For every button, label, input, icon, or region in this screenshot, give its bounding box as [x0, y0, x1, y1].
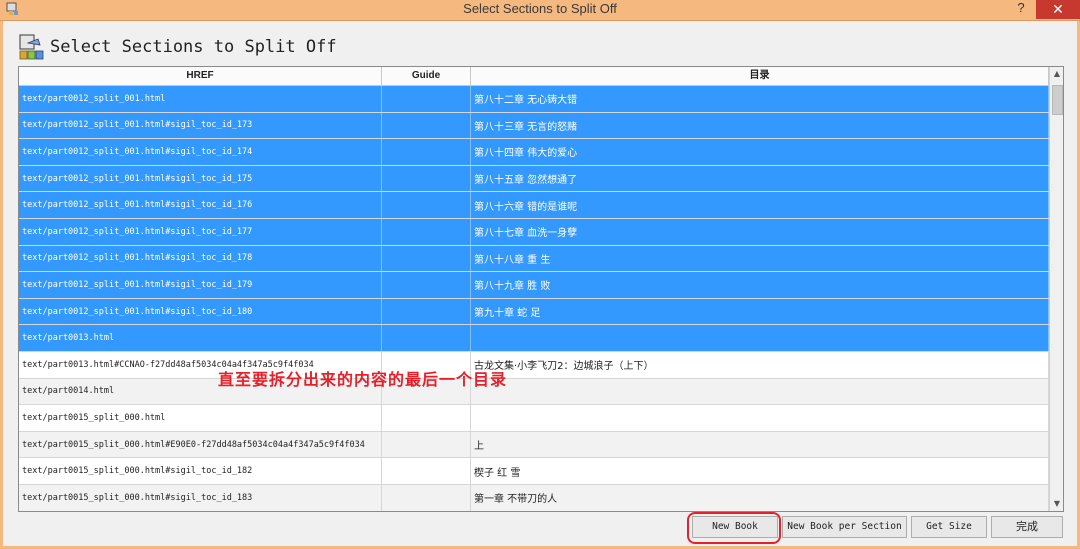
- toc-cell: 第八十七章 血洗一身孽: [471, 218, 1049, 245]
- table-row[interactable]: text/part0015_split_000.html#sigil_toc_i…: [19, 458, 1049, 485]
- close-button[interactable]: ✕: [1036, 0, 1080, 19]
- toc-cell: 第八十九章 胜 败: [471, 272, 1049, 298]
- toc-cell: 第八十四章 伟大的爱心: [471, 139, 1049, 165]
- toc-cell: 第一章 不带刀的人: [471, 484, 1049, 511]
- toc-cell: [471, 378, 1049, 405]
- table-row[interactable]: text/part0012_split_001.html#sigil_toc_i…: [19, 165, 1049, 193]
- toc-cell: 第九十章 蛇 足: [471, 298, 1049, 325]
- scroll-down-icon[interactable]: ▼: [1050, 497, 1063, 511]
- scroll-thumb[interactable]: [1052, 85, 1063, 115]
- guide-cell: [382, 245, 471, 272]
- table-row[interactable]: text/part0013.html: [19, 325, 1049, 352]
- href-cell: text/part0012_split_001.html#sigil_toc_i…: [19, 245, 382, 272]
- table-row[interactable]: text/part0013.html#CCNAO-f27dd48af5034c0…: [19, 351, 1049, 379]
- guide-cell: [382, 298, 471, 325]
- toc-cell: 古龙文集·小李飞刀2：边城浪子（上下）: [471, 351, 1049, 378]
- table-row[interactable]: text/part0015_split_000.html#sigil_toc_i…: [19, 484, 1049, 511]
- href-cell: text/part0012_split_001.html#sigil_toc_i…: [19, 192, 382, 218]
- table-row[interactable]: text/part0015_split_000.html#E90E0-f27dd…: [19, 431, 1049, 459]
- toc-cell: 第八十五章 忽然想通了: [471, 165, 1049, 192]
- toc-cell: [471, 405, 1049, 431]
- href-cell: text/part0012_split_001.html#sigil_toc_i…: [19, 139, 382, 165]
- guide-cell: [382, 405, 471, 431]
- href-cell: text/part0015_split_000.html#sigil_toc_i…: [19, 484, 382, 511]
- split-sections-icon: [19, 34, 44, 60]
- get-size-button[interactable]: Get Size: [911, 516, 987, 538]
- help-button[interactable]: ?: [1010, 0, 1032, 19]
- new-book-per-section-button[interactable]: New Book per Section: [782, 516, 907, 538]
- toc-cell: 上: [471, 431, 1049, 458]
- guide-cell: [382, 218, 471, 245]
- guide-cell: [382, 484, 471, 511]
- table-row[interactable]: text/part0012_split_001.html#sigil_toc_i…: [19, 245, 1049, 273]
- table-row[interactable]: text/part0012_split_001.html#sigil_toc_i…: [19, 192, 1049, 219]
- guide-cell: [382, 192, 471, 218]
- table-row[interactable]: text/part0012_split_001.html#sigil_toc_i…: [19, 218, 1049, 246]
- table-row[interactable]: text/part0012_split_001.html#sigil_toc_i…: [19, 112, 1049, 140]
- toc-cell: 第八十二章 无心铸大错: [471, 86, 1049, 112]
- highlight-ring: [687, 512, 781, 544]
- href-cell: text/part0012_split_001.html#sigil_toc_i…: [19, 298, 382, 325]
- column-header-toc[interactable]: 目录: [471, 67, 1049, 85]
- toc-cell: 第八十八章 重 生: [471, 245, 1049, 272]
- guide-cell: [382, 86, 471, 112]
- column-header-guide[interactable]: Guide: [382, 67, 471, 85]
- guide-cell: [382, 431, 471, 458]
- window-title: Select Sections to Split Off: [463, 1, 617, 16]
- href-cell: text/part0013.html: [19, 325, 382, 351]
- table-row[interactable]: text/part0014.html: [19, 378, 1049, 406]
- toc-cell: 第八十三章 无言的怒赌: [471, 112, 1049, 139]
- href-cell: text/part0015_split_000.html#E90E0-f27dd…: [19, 431, 382, 458]
- guide-cell: [382, 165, 471, 192]
- guide-cell: [382, 272, 471, 298]
- scroll-up-icon[interactable]: ▲: [1050, 67, 1063, 81]
- guide-cell: [382, 139, 471, 165]
- href-cell: text/part0012_split_001.html#sigil_toc_i…: [19, 165, 382, 192]
- table-row[interactable]: text/part0012_split_001.html#sigil_toc_i…: [19, 298, 1049, 326]
- table-body: text/part0012_split_001.html 第八十二章 无心铸大错 t…: [19, 86, 1049, 511]
- toc-cell: 第八十六章 错的是谁呢: [471, 192, 1049, 218]
- guide-cell: [382, 458, 471, 484]
- sections-table[interactable]: HREF Guide 目录 text/part0012_split_001.ht…: [18, 66, 1064, 512]
- href-cell: text/part0015_split_000.html#sigil_toc_i…: [19, 458, 382, 484]
- table-row[interactable]: text/part0012_split_001.html 第八十二章 无心铸大错: [19, 86, 1049, 113]
- title-bar: Select Sections to Split Off ? ✕: [0, 0, 1080, 21]
- guide-cell: [382, 325, 471, 351]
- table-row[interactable]: text/part0012_split_001.html#sigil_toc_i…: [19, 139, 1049, 166]
- done-button[interactable]: 完成: [991, 516, 1063, 538]
- table-row[interactable]: text/part0012_split_001.html#sigil_toc_i…: [19, 272, 1049, 299]
- guide-cell: [382, 112, 471, 139]
- table-row[interactable]: text/part0015_split_000.html: [19, 405, 1049, 432]
- annotation-text: 直至要拆分出来的内容的最后一个目录: [218, 370, 508, 389]
- href-cell: text/part0012_split_001.html#sigil_toc_i…: [19, 112, 382, 139]
- href-cell: text/part0012_split_001.html#sigil_toc_i…: [19, 218, 382, 245]
- href-cell: text/part0012_split_001.html#sigil_toc_i…: [19, 272, 382, 298]
- column-header-href[interactable]: HREF: [19, 67, 382, 85]
- table-header: HREF Guide 目录: [19, 67, 1049, 86]
- href-cell: text/part0012_split_001.html: [19, 86, 382, 112]
- toc-cell: 楔子 红 雪: [471, 458, 1049, 484]
- toc-cell: [471, 325, 1049, 351]
- vertical-scrollbar[interactable]: ▲ ▼: [1049, 67, 1063, 511]
- dialog-heading: Select Sections to Split Off: [50, 37, 337, 57]
- href-cell: text/part0015_split_000.html: [19, 405, 382, 431]
